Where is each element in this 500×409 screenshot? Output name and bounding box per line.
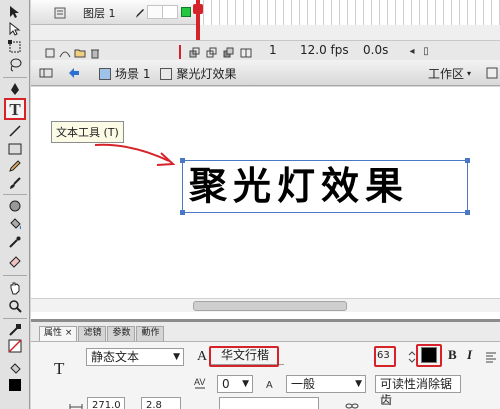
width-icon (67, 398, 85, 409)
eyedropper-icon[interactable] (6, 233, 24, 251)
scene-label: 场景 1 (115, 67, 151, 81)
layer-name: 图层 1 (83, 7, 116, 20)
font-highlight-box (209, 346, 279, 367)
y-value: 2.8 (146, 400, 162, 409)
tool-divider (3, 77, 27, 78)
bold-toggle[interactable]: B (448, 347, 457, 363)
link-icon[interactable] (343, 397, 361, 409)
layer-icon (51, 4, 69, 22)
text-type-value: 静态文本 (91, 350, 140, 364)
no-color-swatch-icon[interactable] (6, 337, 24, 355)
layer-visibility-toggle[interactable] (147, 5, 163, 19)
breadcrumb-scene[interactable]: 场景 1 (99, 65, 150, 82)
tool-divider (3, 275, 27, 276)
symbol-label: 聚光灯效果 (176, 67, 237, 81)
brush-icon[interactable] (6, 174, 24, 192)
layer-lock-toggle[interactable] (162, 5, 178, 19)
fill-transform-icon[interactable] (6, 197, 24, 215)
properties-body: T 静态文本 ▼ A 华文行楷 63 B I AV 0 ▼ A 一般 ▼ 可读性… (31, 341, 500, 409)
letter-spacing-value: 0 (222, 377, 230, 391)
playhead-handle[interactable] (193, 4, 203, 14)
scene-icon (99, 68, 111, 80)
baseline-icon: A (263, 375, 281, 393)
back-arrow-icon[interactable] (65, 64, 83, 82)
free-transform-icon[interactable] (6, 38, 24, 56)
italic-toggle[interactable]: I (467, 347, 472, 363)
elapsed-time: 0.0s (363, 43, 389, 57)
x-value: 271.0 (92, 400, 121, 409)
timeline-panel: 图层 1 1 12.0 fps 0.0s ◂ ▯ (31, 0, 500, 60)
scrollbar-thumb[interactable] (193, 301, 347, 311)
line-icon[interactable] (6, 122, 24, 140)
x-field[interactable]: 271.0 (87, 397, 125, 409)
chevron-down-icon: ▼ (355, 379, 362, 389)
character-position-value: 一般 (291, 377, 316, 391)
property-tabs: 属性 × 滤镜 参数 動作 (39, 326, 165, 341)
frame-grid[interactable] (196, 0, 500, 25)
properties-panel: 属性 × 滤镜 参数 動作 T 静态文本 ▼ A 华文行楷 63 B I AV (31, 319, 500, 409)
stage[interactable]: 文本工具 (T) 聚光灯效果 (31, 87, 500, 319)
eraser-icon[interactable] (6, 252, 24, 270)
tab-properties[interactable]: 属性 × (39, 326, 78, 341)
subselection-arrow-icon[interactable] (6, 20, 24, 38)
antialias-value: 可读性消除锯齿 (380, 377, 453, 407)
font-size-highlight-box (374, 346, 396, 367)
svg-text:AV: AV (194, 377, 205, 387)
tab-filters-label: 滤镜 (83, 328, 102, 338)
workspace-label: 工作区 (428, 66, 465, 81)
tab-properties-label: 属性 (44, 328, 63, 338)
chevron-down-icon: ▼ (173, 352, 180, 362)
tool-divider (3, 318, 27, 319)
pen-icon[interactable] (6, 80, 24, 98)
font-label: A (197, 349, 208, 364)
breadcrumb: 场景 1 聚光灯效果 (99, 65, 236, 82)
stage-text[interactable]: 聚光灯效果 (183, 161, 467, 212)
scroll-thumb-icon[interactable]: ▯ (417, 43, 435, 61)
pencil-icon[interactable] (6, 157, 24, 175)
text-type-select[interactable]: 静态文本 ▼ (86, 348, 184, 366)
text-type-icon: T (54, 359, 65, 378)
paint-bucket-icon[interactable] (6, 215, 24, 233)
tools-panel: T (0, 0, 30, 409)
character-position-select[interactable]: 一般 ▼ (286, 375, 366, 393)
color-highlight-box (416, 344, 442, 367)
edit-bar: 场景 1 聚光灯效果 工作区 ▾ (31, 60, 500, 86)
annotation-arrow-icon (94, 143, 176, 166)
timeline-status-bar: 1 12.0 fps 0.0s ◂ ▯ (31, 40, 500, 60)
chevron-down-icon: ▼ (242, 379, 249, 389)
letter-spacing-icon: AV (191, 374, 209, 392)
tab-filters[interactable]: 滤镜 (78, 326, 107, 341)
close-icon[interactable]: × (65, 328, 73, 338)
selection-arrow-icon[interactable] (6, 3, 24, 21)
tab-parameters[interactable]: 参数 (107, 326, 136, 341)
tab-actions[interactable]: 動作 (136, 326, 165, 341)
align-left-icon[interactable] (482, 348, 500, 366)
edit-scene-icon[interactable] (483, 64, 500, 82)
tab-parameters-label: 参数 (112, 328, 131, 338)
rectangle-icon[interactable] (6, 140, 24, 158)
text-field[interactable]: 聚光灯效果 (180, 158, 470, 215)
tab-actions-label: 動作 (141, 328, 160, 338)
timeline-toggle-icon[interactable] (37, 64, 55, 82)
text-tool-icon[interactable]: T (4, 98, 26, 120)
breadcrumb-symbol[interactable]: 聚光灯效果 (160, 65, 236, 82)
text-tool-glyph: T (9, 99, 21, 119)
frame-rate: 12.0 fps (300, 43, 349, 57)
tool-divider (3, 194, 27, 195)
layer-outline-color-swatch[interactable] (181, 7, 191, 17)
stage-horizontal-scrollbar[interactable] (31, 298, 500, 312)
url-link-field[interactable] (219, 397, 319, 409)
y-field[interactable]: 2.8 (141, 397, 181, 409)
antialias-select[interactable]: 可读性消除锯齿 (375, 375, 461, 407)
symbol-icon (160, 68, 173, 80)
current-frame: 1 (269, 43, 277, 57)
chevron-down-icon: ▾ (467, 68, 472, 78)
letter-spacing-select[interactable]: 0 ▼ (217, 375, 253, 393)
hand-icon[interactable] (6, 279, 24, 297)
fill-color-swatch-icon[interactable] (6, 376, 24, 394)
zoom-icon[interactable] (6, 297, 24, 315)
svg-text:A: A (266, 380, 273, 391)
workspace-menu[interactable]: 工作区 ▾ (428, 64, 480, 82)
lasso-icon[interactable] (6, 56, 24, 74)
